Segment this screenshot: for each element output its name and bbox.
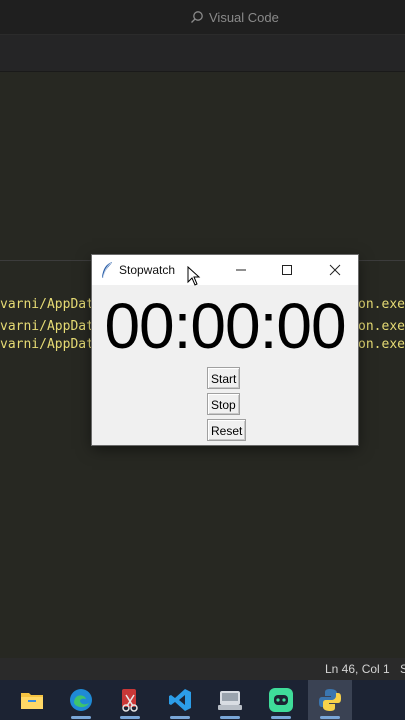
search-icon (191, 11, 203, 23)
running-indicator (271, 716, 291, 719)
taskbar-vscode[interactable] (158, 680, 202, 720)
start-button[interactable]: Start (207, 367, 241, 389)
vscode-icon (169, 689, 191, 711)
code-editor[interactable] (0, 72, 405, 260)
running-indicator (170, 716, 190, 719)
close-button[interactable] (312, 255, 358, 285)
minimize-icon (236, 269, 246, 271)
vscode-title-bar: Visual Code (0, 0, 405, 35)
stop-button[interactable]: Stop (207, 393, 240, 415)
file-explorer-icon (21, 693, 43, 709)
tk-feather-icon (102, 262, 112, 278)
taskbar-python[interactable] (308, 680, 352, 720)
taskbar-network-drive[interactable] (208, 680, 252, 720)
edge-icon (70, 689, 92, 711)
mouse-cursor-icon (187, 266, 201, 286)
search-label: Visual Code (209, 9, 279, 25)
maximize-button[interactable] (264, 255, 310, 285)
elapsed-time-display: 00:00:00 (104, 290, 346, 362)
cursor-position-status[interactable]: Ln 46, Col 1 (325, 662, 390, 676)
network-drive-icon (218, 691, 242, 710)
taskbar-discord[interactable] (259, 680, 303, 720)
windows-taskbar (0, 680, 405, 720)
python-icon (319, 689, 341, 711)
minimize-button[interactable] (218, 255, 264, 285)
editor-tab-strip (0, 35, 405, 72)
command-center-search[interactable]: Visual Code (190, 8, 279, 26)
running-indicator (320, 716, 340, 719)
running-indicator (71, 716, 91, 719)
taskbar-edge[interactable] (59, 680, 103, 720)
running-indicator (120, 716, 140, 719)
close-icon (329, 264, 341, 276)
snipping-tool-icon (122, 689, 138, 712)
taskbar-snipping-tool[interactable] (108, 680, 152, 720)
discord-icon (269, 688, 293, 712)
status-item[interactable]: S (400, 662, 405, 676)
stopwatch-title-bar[interactable]: Stopwatch (92, 255, 358, 285)
maximize-icon (282, 265, 292, 275)
taskbar-file-explorer[interactable] (10, 680, 54, 720)
stopwatch-window[interactable]: Stopwatch 00:00:00 Start Stop Reset (92, 255, 358, 445)
reset-button[interactable]: Reset (207, 419, 247, 441)
status-bar: Ln 46, Col 1 S (0, 658, 405, 680)
running-indicator (220, 716, 240, 719)
window-title: Stopwatch (119, 263, 176, 277)
